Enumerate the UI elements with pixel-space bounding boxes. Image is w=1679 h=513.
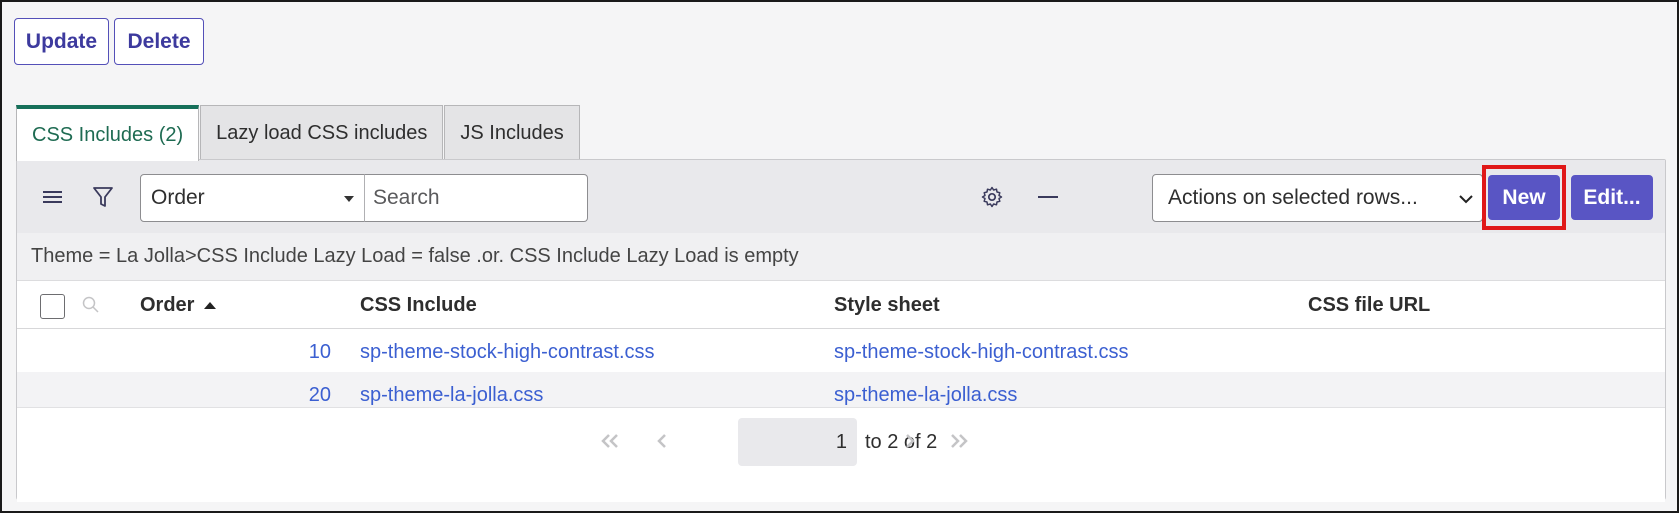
table-row: 10 sp-theme-stock-high-contrast.css sp-t…	[17, 329, 1665, 375]
search-field-label: Order	[151, 186, 205, 209]
update-button[interactable]: Update	[14, 18, 109, 65]
pagination: 1 to 2 of 2	[17, 407, 1665, 502]
sort-ascending-icon	[203, 298, 217, 312]
filter-icon[interactable]	[88, 182, 118, 212]
previous-page-icon[interactable]	[649, 428, 675, 454]
new-button-highlight	[1482, 165, 1566, 230]
page-number-input[interactable]: 1	[738, 418, 857, 466]
minus-icon[interactable]	[1033, 182, 1063, 212]
list-menu-icon[interactable]	[39, 183, 67, 211]
edit-button[interactable]: Edit...	[1571, 175, 1653, 220]
column-header-css-include[interactable]: CSS Include	[360, 281, 477, 329]
related-list-panel: Order Actions on selected rows... New Ed…	[16, 159, 1666, 502]
next-page-icon[interactable]	[897, 428, 923, 454]
related-lists-tabs: CSS Includes (2) Lazy load CSS includes …	[16, 105, 581, 161]
chevron-down-icon	[344, 196, 354, 202]
filter-text[interactable]: Theme = La Jolla>CSS Include Lazy Load =…	[31, 245, 799, 268]
search-field-select[interactable]: Order	[140, 174, 365, 222]
last-page-icon[interactable]	[946, 428, 972, 454]
search-icon[interactable]	[79, 293, 103, 317]
order-cell[interactable]: 10	[217, 329, 331, 375]
style-sheet-cell[interactable]: sp-theme-stock-high-contrast.css	[834, 329, 1129, 375]
tab-js-includes[interactable]: JS Includes	[444, 105, 580, 160]
css-include-cell[interactable]: sp-theme-stock-high-contrast.css	[360, 329, 655, 375]
tab-css-includes[interactable]: CSS Includes (2)	[16, 105, 200, 161]
list-toolbar: Order Actions on selected rows... New Ed…	[17, 160, 1665, 233]
tab-lazy-load-css-includes[interactable]: Lazy load CSS includes	[200, 105, 444, 160]
actions-select-label: Actions on selected rows...	[1168, 186, 1418, 209]
search-input[interactable]	[364, 174, 588, 222]
select-all-checkbox[interactable]	[40, 294, 65, 319]
actions-on-selected-rows-select[interactable]: Actions on selected rows...	[1152, 174, 1483, 222]
page-frame: Update Delete CSS Includes (2) Lazy load…	[0, 0, 1679, 513]
column-header-order[interactable]: Order	[140, 281, 217, 329]
filter-breadcrumb: Theme = La Jolla>CSS Include Lazy Load =…	[17, 233, 1665, 281]
delete-button[interactable]: Delete	[114, 18, 204, 65]
column-header-css-file-url[interactable]: CSS file URL	[1308, 281, 1430, 329]
column-header-style-sheet[interactable]: Style sheet	[834, 281, 940, 329]
gear-icon[interactable]	[977, 182, 1007, 212]
table-header: Order CSS Include Style sheet CSS file U…	[17, 281, 1665, 329]
column-header-order-label: Order	[140, 293, 195, 316]
chevron-down-icon	[1458, 191, 1474, 207]
first-page-icon[interactable]	[597, 428, 623, 454]
